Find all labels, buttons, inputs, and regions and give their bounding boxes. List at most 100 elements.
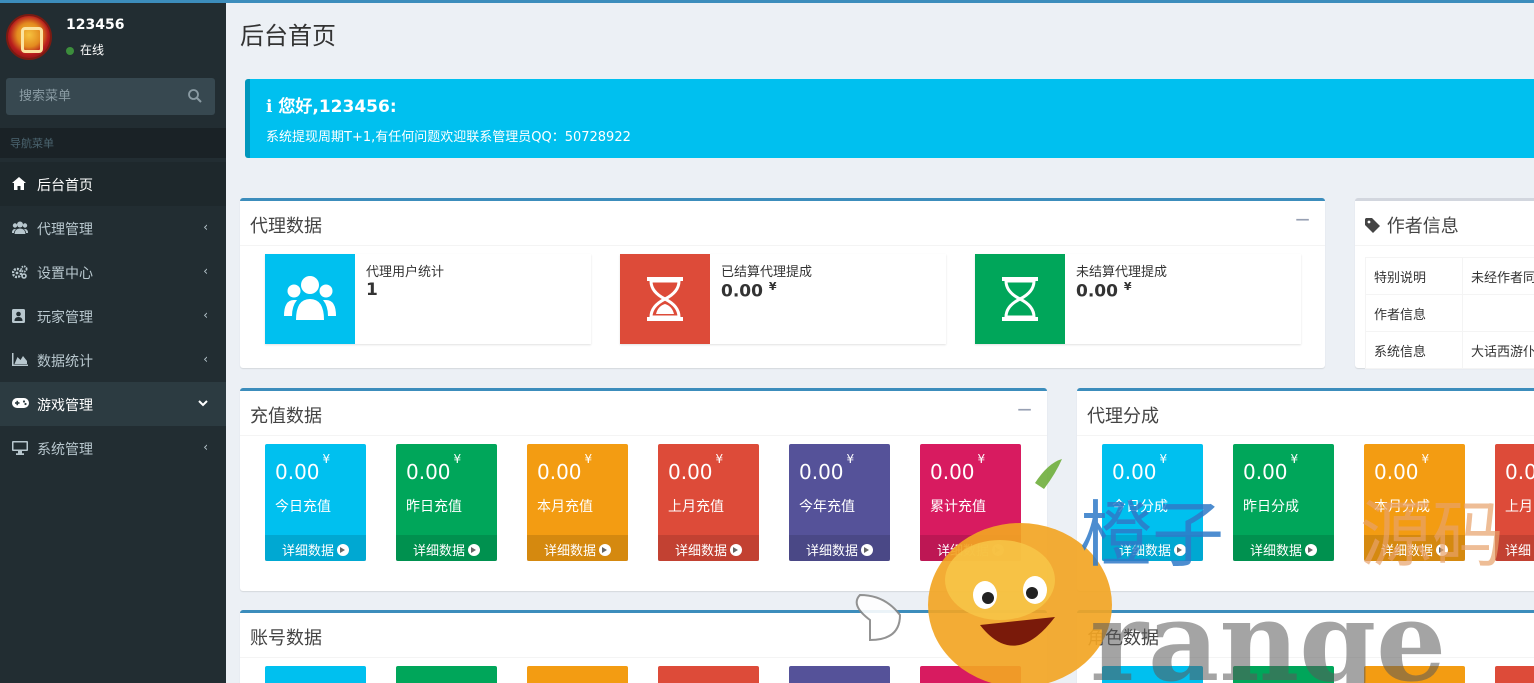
sidebar-item-agent[interactable]: 代理管理 ‹ — [0, 206, 226, 250]
box-title: 代理数据 — [250, 216, 322, 237]
sidebar-item-settings[interactable]: 设置中心 ‹ — [0, 250, 226, 294]
details-link[interactable]: 详细数据 — [265, 535, 366, 561]
info-value: 1 — [366, 280, 378, 300]
info-label: 已结算代理提成 — [721, 265, 813, 280]
user-panel: 123456 在线 — [0, 0, 226, 70]
details-link[interactable]: 详细数据 — [658, 535, 759, 561]
stat-value-number: 0.00 — [930, 460, 975, 484]
stat-box — [527, 666, 628, 683]
sidebar-item-players[interactable]: 玩家管理 ‹ — [0, 294, 226, 338]
arrow-circle-right-icon — [1305, 544, 1317, 556]
recharge-data-box: 充值数据 − 0.00¥ 今日充值 详细数据 0.00¥ 昨日充值 详细数据 0… — [240, 388, 1047, 591]
sidebar: 123456 在线 导航菜单 后台首页 代理管理 ‹ 设置中心 ‹ 玩家管理 — [0, 0, 226, 683]
info-box-unsettled-commission: 未结算代理提成 0.00 ¥ — [975, 254, 1301, 344]
stat-value: 0.00¥ — [1374, 452, 1429, 484]
sidebar-item-label: 系统管理 — [37, 442, 93, 458]
stat-label: 今日充值 — [275, 499, 331, 515]
arrow-circle-right-icon — [730, 544, 742, 556]
arrow-circle-right-icon — [861, 544, 873, 556]
stat-value-number: 0.00 — [1112, 460, 1157, 484]
chevron-left-icon: ‹ — [203, 220, 208, 234]
details-link[interactable]: 详细数据 — [1364, 535, 1465, 561]
contact-icon — [12, 309, 28, 323]
details-link-text: 详细数据 — [1380, 544, 1433, 559]
stat-box — [1364, 666, 1465, 683]
stat-value-number: 0.00 — [275, 460, 320, 484]
sidebar-item-system[interactable]: 系统管理 ‹ — [0, 426, 226, 470]
sidebar-item-stats[interactable]: 数据统计 ‹ — [0, 338, 226, 382]
stat-label: 今年充值 — [799, 499, 855, 515]
stat-value-number: 0.00 — [799, 460, 844, 484]
box-title-text: 作者信息 — [1386, 216, 1459, 237]
stat-value-number: 0.00 — [1243, 460, 1288, 484]
agent-share-box: 代理分成 0.00¥ 今日分成 详细数据 0.00¥ 昨日分成 详细数据 0.0… — [1077, 388, 1534, 591]
details-link[interactable]: 详细数据 — [920, 535, 1021, 561]
box-divider — [240, 245, 1325, 246]
details-link[interactable]: 详细数据 — [789, 535, 890, 561]
avatar — [6, 14, 52, 60]
arrow-circle-right-icon — [599, 544, 611, 556]
account-data-box: 账号数据 — [240, 610, 1047, 683]
hourglass-icon — [620, 254, 710, 344]
callout-title: ℹ 您好,123456: — [266, 92, 397, 117]
details-link[interactable]: 详细数据 — [396, 535, 497, 561]
chevron-left-icon: ‹ — [203, 440, 208, 454]
sidebar-item-home[interactable]: 后台首页 — [0, 162, 226, 206]
stat-box — [396, 666, 497, 683]
box-divider — [240, 657, 1047, 658]
search-input[interactable] — [6, 78, 181, 115]
table-row: 特别说明 未经作者同 — [1365, 257, 1534, 295]
info-value-number: 0.00 — [721, 281, 763, 302]
collapse-button[interactable]: − — [1016, 397, 1033, 421]
stat-value: 0.00¥ — [275, 452, 330, 484]
details-link[interactable]: 详细 — [1495, 535, 1534, 561]
details-link-text: 详细数据 — [805, 544, 858, 559]
collapse-button[interactable]: − — [1294, 207, 1311, 231]
details-link-text: 详细数据 — [936, 544, 989, 559]
box-title: 角色数据 — [1087, 628, 1159, 649]
box-title: 代理分成 — [1087, 406, 1159, 427]
stat-label: 昨日充值 — [406, 499, 462, 515]
stat-box-yesterday-share: 0.00¥ 昨日分成 详细数据 — [1233, 444, 1334, 561]
online-status: 在线 — [66, 41, 104, 58]
details-link-text: 详细数据 — [543, 544, 596, 559]
info-value: 0.00 ¥ — [1076, 280, 1132, 302]
info-value-number: 0.00 — [1076, 281, 1118, 302]
search-icon[interactable] — [187, 88, 205, 106]
stat-box-month-recharge: 0.00¥ 本月充值 详细数据 — [527, 444, 628, 561]
stat-box — [920, 666, 1021, 683]
box-divider — [1077, 657, 1534, 658]
app-root: 123456 在线 导航菜单 后台首页 代理管理 ‹ 设置中心 ‹ 玩家管理 — [0, 0, 1534, 683]
sidebar-item-label: 代理管理 — [37, 222, 93, 238]
stat-box-today-share: 0.00¥ 今日分成 详细数据 — [1102, 444, 1203, 561]
stat-box — [789, 666, 890, 683]
arrow-circle-right-icon — [468, 544, 480, 556]
currency-unit: ¥ — [584, 452, 593, 467]
stat-value: 0.00¥ — [799, 452, 854, 484]
chevron-down-icon — [198, 396, 208, 410]
details-link[interactable]: 详细数据 — [527, 535, 628, 561]
top-accent-line — [0, 0, 1534, 3]
currency-unit: ¥ — [846, 452, 855, 467]
details-link[interactable]: 详细数据 — [1102, 535, 1203, 561]
sidebar-item-label: 玩家管理 — [37, 310, 93, 326]
status-dot-icon — [66, 46, 74, 55]
table-key: 特别说明 — [1365, 257, 1463, 295]
stat-box-last-month-recharge: 0.00¥ 上月充值 详细数据 — [658, 444, 759, 561]
table-row: 作者信息 — [1365, 294, 1534, 332]
currency-unit: ¥ — [1290, 452, 1299, 467]
currency-unit: ¥ — [1159, 452, 1168, 467]
table-value: 未经作者同 — [1461, 257, 1534, 295]
gamepad-icon — [12, 397, 29, 411]
details-link[interactable]: 详细数据 — [1233, 535, 1334, 561]
sidebar-item-games[interactable]: 游戏管理 — [0, 382, 226, 426]
details-link-text: 详细数据 — [281, 544, 334, 559]
stat-box — [265, 666, 366, 683]
table-key: 系统信息 — [1365, 331, 1463, 369]
currency-unit: ¥ — [715, 452, 724, 467]
stat-value: 0.00¥ — [537, 452, 592, 484]
stat-label: 上月 — [1505, 499, 1533, 515]
arrow-circle-right-icon — [337, 544, 349, 556]
nav-header: 导航菜单 — [0, 128, 226, 158]
details-link-text: 详细数据 — [674, 544, 727, 559]
